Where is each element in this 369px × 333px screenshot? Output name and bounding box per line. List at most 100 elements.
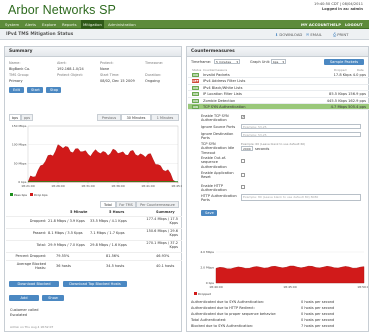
enable-syn-label: Enable TCP SYN Authentication	[201, 114, 229, 123]
stop-button[interactable]: Stop	[46, 87, 61, 93]
ignore-dest-ports-input[interactable]: Example: 53,25	[241, 132, 361, 137]
col-5-minute: 5 Minute	[70, 210, 88, 214]
table-row: Total: 29.9 Mbps / 7.0 Kpps 29.8 Mbps / …	[6, 240, 182, 251]
tab-total[interactable]: Total	[100, 201, 116, 208]
dropped-chart: 4.0 Mbps2.0 Mbps0 bps 18:40:00 18:45:00 18…	[194, 250, 368, 296]
save-button[interactable]: Save	[201, 210, 217, 216]
stat-value: 0 hosts per second	[301, 306, 335, 310]
cell-5min: 21.8 Mbps / 3.9 Kpps	[48, 219, 85, 223]
stat-label: Blocked due to SYN Authentication:	[191, 324, 254, 328]
show-all-button[interactable]: Show All	[42, 295, 64, 306]
http-ports-input[interactable]: Example: 80 (Leave blank to use default …	[241, 194, 361, 201]
graph-unit-select[interactable]: bps ▾	[271, 59, 286, 64]
start-button[interactable]: Start	[27, 87, 43, 93]
nav-item-alerts[interactable]: Alerts	[23, 20, 38, 29]
cell-5hr: 7.1 Mbps / 1.7 Kpps	[90, 231, 125, 235]
tab-30-minutes[interactable]: 30 Minutes	[121, 114, 151, 121]
tab-bps[interactable]: bps	[9, 114, 21, 121]
download-blocked-hosts-button[interactable]: Download Blocked Hosts	[9, 281, 59, 292]
ignore-source-ports-input[interactable]: Example: 53,25	[241, 124, 361, 129]
download-icon: ⬇	[275, 32, 279, 37]
name-value: BigBank Co.	[9, 67, 31, 71]
mini-chart-y-ticks: 4.0 Mbps2.0 Mbps0 bps	[200, 250, 214, 285]
x-tick-label: 18:41:00	[141, 184, 155, 188]
page-subbar: IPv4 TMS Mitigation Status ⬇ DOWNLOAD ✉ …	[0, 29, 369, 40]
download-button[interactable]: ⬇ DOWNLOAD	[275, 32, 302, 37]
out-of-sequence-checkbox[interactable]	[241, 159, 245, 163]
tab-for-tms[interactable]: For TMS	[116, 201, 136, 208]
pass-area	[28, 181, 178, 182]
col-5-hours: 5 Hours	[109, 210, 125, 214]
row-label: Dropped:	[29, 219, 46, 223]
status-badge[interactable]: ON	[192, 105, 199, 109]
x-tick-label: 18:40:00	[209, 285, 223, 289]
status-badge[interactable]: ON	[192, 85, 199, 90]
mini-chart-area	[215, 265, 365, 284]
row-label: Total:	[36, 243, 46, 247]
out-of-sequence-label: Enable Out-of-sequence Authentication	[201, 156, 227, 169]
countermeasure-name: TCP SYN Authentication	[203, 105, 246, 109]
nav-item-reports[interactable]: Reports	[60, 20, 79, 29]
prefixes-label: Protect Object:	[57, 73, 84, 77]
y-tick-label: 50 Mbps	[14, 161, 27, 165]
start-value: 08/02, Dec 15 2009	[100, 79, 135, 83]
stat-value: 0 hosts per second	[301, 318, 335, 322]
status-badge[interactable]: ON	[192, 92, 199, 97]
countermeasures-heading: Countermeasures	[187, 47, 368, 57]
x-tick-label: 18:21:00	[21, 184, 35, 188]
graph-unit-label: Graph Unit:	[250, 60, 271, 64]
timeframe-select[interactable]: 5 minutes ▾	[214, 59, 240, 64]
nav-item-explore[interactable]: Explore	[40, 20, 58, 29]
duration-label: Duration:	[145, 73, 162, 77]
ignore-source-ports-hint: Example: 53,25	[243, 125, 267, 129]
my-account-link[interactable]: MY ACCOUNT	[301, 20, 329, 29]
tab-per-countermeasure[interactable]: Per Countermeasure	[136, 201, 179, 208]
cell-summary: 46.93%	[156, 254, 170, 258]
summary-panel: Summary Name: BigBank Co. TMS Group: Pri…	[4, 46, 182, 332]
protect-value: None	[100, 67, 110, 71]
nav-item-administration[interactable]: Administration	[106, 20, 138, 29]
edit-button[interactable]: Edit	[9, 87, 24, 93]
http-auth-checkbox[interactable]	[241, 185, 245, 189]
y-tick-label: 100 Mbps	[12, 143, 27, 147]
y-tick-label: 4.0 Mbps	[200, 250, 214, 254]
logout-link[interactable]: LOGOUT	[345, 20, 363, 29]
app-reset-label: Enable Application Reset	[201, 171, 234, 180]
status-badge[interactable]: OFF	[192, 79, 199, 84]
status-badge[interactable]: ON	[192, 73, 199, 77]
chart-y-ticks: 150 Mbps100 Mbps50 Mbps0 bps	[12, 124, 27, 184]
print-button[interactable]: ⎙ PRINT	[333, 32, 348, 37]
status-badge[interactable]: ON	[192, 98, 199, 103]
app-reset-checkbox[interactable]	[241, 173, 245, 177]
stat-label: Authenticated due to SYN Authentication:	[191, 300, 265, 304]
stat-value: 0 hosts per second	[301, 312, 335, 316]
mini-legend-label: Dropped	[198, 292, 211, 296]
tab-pps[interactable]: pps	[21, 114, 33, 121]
countermeasure-row-selected[interactable]: ON TCP SYN Authentication 4.7 Mbps 505.4…	[188, 104, 369, 111]
download-label: DOWNLOAD	[279, 32, 303, 37]
add-comment-button[interactable]: Add Comment	[9, 295, 39, 306]
cell-5hr: 33.5 Mbps / 4.1 Kpps	[90, 219, 127, 223]
sample-packets-button[interactable]: Sample Packets	[324, 59, 364, 65]
tab-previous[interactable]: Previous	[97, 114, 121, 121]
idle-timeout-input[interactable]: 2000	[241, 146, 253, 151]
help-link[interactable]: HELP	[330, 20, 341, 29]
timeframe-label: Timeframe:	[191, 60, 212, 64]
idle-timeout-label: TCP SYN Authentication Idle Timeout	[201, 142, 235, 155]
email-button[interactable]: ✉ EMAIL	[306, 32, 322, 37]
download-top-blocked-hosts-button[interactable]: Download Top Blocked Hosts	[63, 281, 127, 287]
comment-meta: Admin on Thu Aug 4 18:52:07	[10, 325, 54, 329]
col-summary: Summary	[156, 210, 175, 214]
countermeasure-value: 4.7 Mbps 505.4 pps	[330, 105, 366, 109]
alert-value[interactable]: 192.168.1.0/24	[57, 67, 84, 71]
nav-item-mitigation[interactable]: Mitigation	[81, 20, 104, 29]
enable-syn-checkbox[interactable]	[241, 115, 245, 119]
tab-1-minute[interactable]: 1 Minutes	[151, 114, 179, 121]
cell-5min: 79.55%	[56, 254, 70, 258]
email-label: EMAIL	[310, 32, 322, 37]
graph-unit-value: bps	[273, 60, 279, 64]
nav-item-system[interactable]: System	[3, 20, 21, 29]
chevron-down-icon: ▾	[236, 60, 238, 64]
print-label: PRINT	[337, 32, 349, 37]
x-tick-label: 18:36:00	[111, 184, 125, 188]
